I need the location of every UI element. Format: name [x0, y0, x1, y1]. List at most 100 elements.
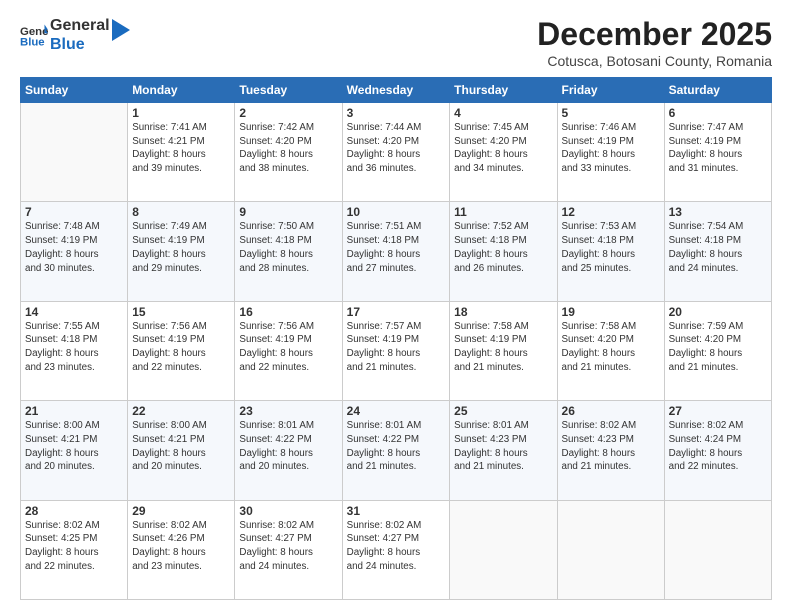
day-info: Sunrise: 7:42 AM Sunset: 4:20 PM Dayligh…: [239, 121, 337, 176]
day-info: Sunrise: 8:01 AM Sunset: 4:22 PM Dayligh…: [347, 419, 446, 474]
day-info: Sunrise: 8:01 AM Sunset: 4:22 PM Dayligh…: [239, 419, 337, 474]
table-row: 19Sunrise: 7:58 AM Sunset: 4:20 PM Dayli…: [557, 301, 664, 400]
table-row: [557, 500, 664, 599]
table-row: 17Sunrise: 7:57 AM Sunset: 4:19 PM Dayli…: [342, 301, 450, 400]
day-info: Sunrise: 7:56 AM Sunset: 4:19 PM Dayligh…: [132, 320, 230, 375]
day-number: 13: [669, 205, 767, 219]
day-info: Sunrise: 7:51 AM Sunset: 4:18 PM Dayligh…: [347, 220, 446, 275]
day-info: Sunrise: 7:56 AM Sunset: 4:19 PM Dayligh…: [239, 320, 337, 375]
day-number: 30: [239, 504, 337, 518]
table-row: 22Sunrise: 8:00 AM Sunset: 4:21 PM Dayli…: [128, 401, 235, 500]
table-row: 29Sunrise: 8:02 AM Sunset: 4:26 PM Dayli…: [128, 500, 235, 599]
day-number: 27: [669, 404, 767, 418]
day-number: 11: [454, 205, 552, 219]
day-info: Sunrise: 7:45 AM Sunset: 4:20 PM Dayligh…: [454, 121, 552, 176]
table-row: 25Sunrise: 8:01 AM Sunset: 4:23 PM Dayli…: [450, 401, 557, 500]
day-info: Sunrise: 8:02 AM Sunset: 4:24 PM Dayligh…: [669, 419, 767, 474]
table-row: 12Sunrise: 7:53 AM Sunset: 4:18 PM Dayli…: [557, 202, 664, 301]
week-row-5: 28Sunrise: 8:02 AM Sunset: 4:25 PM Dayli…: [21, 500, 772, 599]
day-number: 21: [25, 404, 123, 418]
table-row: [450, 500, 557, 599]
day-number: 3: [347, 106, 446, 120]
day-number: 12: [562, 205, 660, 219]
table-row: [21, 103, 128, 202]
day-info: Sunrise: 8:00 AM Sunset: 4:21 PM Dayligh…: [25, 419, 123, 474]
table-row: 5Sunrise: 7:46 AM Sunset: 4:19 PM Daylig…: [557, 103, 664, 202]
day-info: Sunrise: 8:02 AM Sunset: 4:23 PM Dayligh…: [562, 419, 660, 474]
week-row-1: 1Sunrise: 7:41 AM Sunset: 4:21 PM Daylig…: [21, 103, 772, 202]
logo: General Blue General Blue: [20, 16, 130, 54]
table-row: 14Sunrise: 7:55 AM Sunset: 4:18 PM Dayli…: [21, 301, 128, 400]
header-monday: Monday: [128, 78, 235, 103]
table-row: 31Sunrise: 8:02 AM Sunset: 4:27 PM Dayli…: [342, 500, 450, 599]
day-info: Sunrise: 7:59 AM Sunset: 4:20 PM Dayligh…: [669, 320, 767, 375]
location-subtitle: Cotusca, Botosani County, Romania: [537, 53, 772, 69]
logo-icon: General Blue: [20, 21, 48, 49]
header-saturday: Saturday: [664, 78, 771, 103]
day-number: 18: [454, 305, 552, 319]
day-number: 17: [347, 305, 446, 319]
day-info: Sunrise: 7:57 AM Sunset: 4:19 PM Dayligh…: [347, 320, 446, 375]
day-info: Sunrise: 7:54 AM Sunset: 4:18 PM Dayligh…: [669, 220, 767, 275]
day-number: 9: [239, 205, 337, 219]
table-row: 4Sunrise: 7:45 AM Sunset: 4:20 PM Daylig…: [450, 103, 557, 202]
day-number: 26: [562, 404, 660, 418]
day-info: Sunrise: 7:52 AM Sunset: 4:18 PM Dayligh…: [454, 220, 552, 275]
day-number: 22: [132, 404, 230, 418]
day-number: 5: [562, 106, 660, 120]
week-row-2: 7Sunrise: 7:48 AM Sunset: 4:19 PM Daylig…: [21, 202, 772, 301]
day-number: 16: [239, 305, 337, 319]
day-info: Sunrise: 7:44 AM Sunset: 4:20 PM Dayligh…: [347, 121, 446, 176]
day-info: Sunrise: 8:01 AM Sunset: 4:23 PM Dayligh…: [454, 419, 552, 474]
day-info: Sunrise: 7:50 AM Sunset: 4:18 PM Dayligh…: [239, 220, 337, 275]
table-row: [664, 500, 771, 599]
table-row: 3Sunrise: 7:44 AM Sunset: 4:20 PM Daylig…: [342, 103, 450, 202]
day-number: 15: [132, 305, 230, 319]
day-number: 24: [347, 404, 446, 418]
logo-general: General: [50, 16, 110, 35]
table-row: 27Sunrise: 8:02 AM Sunset: 4:24 PM Dayli…: [664, 401, 771, 500]
day-info: Sunrise: 7:47 AM Sunset: 4:19 PM Dayligh…: [669, 121, 767, 176]
header-sunday: Sunday: [21, 78, 128, 103]
table-row: 24Sunrise: 8:01 AM Sunset: 4:22 PM Dayli…: [342, 401, 450, 500]
title-block: December 2025 Cotusca, Botosani County, …: [537, 16, 772, 69]
day-number: 25: [454, 404, 552, 418]
day-number: 6: [669, 106, 767, 120]
week-row-3: 14Sunrise: 7:55 AM Sunset: 4:18 PM Dayli…: [21, 301, 772, 400]
calendar-table: Sunday Monday Tuesday Wednesday Thursday…: [20, 77, 772, 600]
day-info: Sunrise: 7:58 AM Sunset: 4:20 PM Dayligh…: [562, 320, 660, 375]
table-row: 7Sunrise: 7:48 AM Sunset: 4:19 PM Daylig…: [21, 202, 128, 301]
table-row: 23Sunrise: 8:01 AM Sunset: 4:22 PM Dayli…: [235, 401, 342, 500]
header-thursday: Thursday: [450, 78, 557, 103]
day-info: Sunrise: 7:53 AM Sunset: 4:18 PM Dayligh…: [562, 220, 660, 275]
day-number: 23: [239, 404, 337, 418]
table-row: 2Sunrise: 7:42 AM Sunset: 4:20 PM Daylig…: [235, 103, 342, 202]
day-info: Sunrise: 8:02 AM Sunset: 4:27 PM Dayligh…: [239, 519, 337, 574]
table-row: 26Sunrise: 8:02 AM Sunset: 4:23 PM Dayli…: [557, 401, 664, 500]
day-number: 1: [132, 106, 230, 120]
day-info: Sunrise: 7:41 AM Sunset: 4:21 PM Dayligh…: [132, 121, 230, 176]
month-title: December 2025: [537, 16, 772, 53]
table-row: 15Sunrise: 7:56 AM Sunset: 4:19 PM Dayli…: [128, 301, 235, 400]
day-number: 20: [669, 305, 767, 319]
week-row-4: 21Sunrise: 8:00 AM Sunset: 4:21 PM Dayli…: [21, 401, 772, 500]
day-info: Sunrise: 8:02 AM Sunset: 4:26 PM Dayligh…: [132, 519, 230, 574]
logo-arrow-icon: [112, 19, 130, 41]
table-row: 8Sunrise: 7:49 AM Sunset: 4:19 PM Daylig…: [128, 202, 235, 301]
day-info: Sunrise: 7:49 AM Sunset: 4:19 PM Dayligh…: [132, 220, 230, 275]
day-number: 29: [132, 504, 230, 518]
day-info: Sunrise: 8:02 AM Sunset: 4:27 PM Dayligh…: [347, 519, 446, 574]
table-row: 10Sunrise: 7:51 AM Sunset: 4:18 PM Dayli…: [342, 202, 450, 301]
table-row: 21Sunrise: 8:00 AM Sunset: 4:21 PM Dayli…: [21, 401, 128, 500]
day-number: 14: [25, 305, 123, 319]
header-tuesday: Tuesday: [235, 78, 342, 103]
table-row: 11Sunrise: 7:52 AM Sunset: 4:18 PM Dayli…: [450, 202, 557, 301]
day-number: 2: [239, 106, 337, 120]
day-info: Sunrise: 8:02 AM Sunset: 4:25 PM Dayligh…: [25, 519, 123, 574]
table-row: 9Sunrise: 7:50 AM Sunset: 4:18 PM Daylig…: [235, 202, 342, 301]
day-info: Sunrise: 7:55 AM Sunset: 4:18 PM Dayligh…: [25, 320, 123, 375]
header-friday: Friday: [557, 78, 664, 103]
table-row: 1Sunrise: 7:41 AM Sunset: 4:21 PM Daylig…: [128, 103, 235, 202]
table-row: 18Sunrise: 7:58 AM Sunset: 4:19 PM Dayli…: [450, 301, 557, 400]
header: General Blue General Blue December 2025 …: [20, 16, 772, 69]
